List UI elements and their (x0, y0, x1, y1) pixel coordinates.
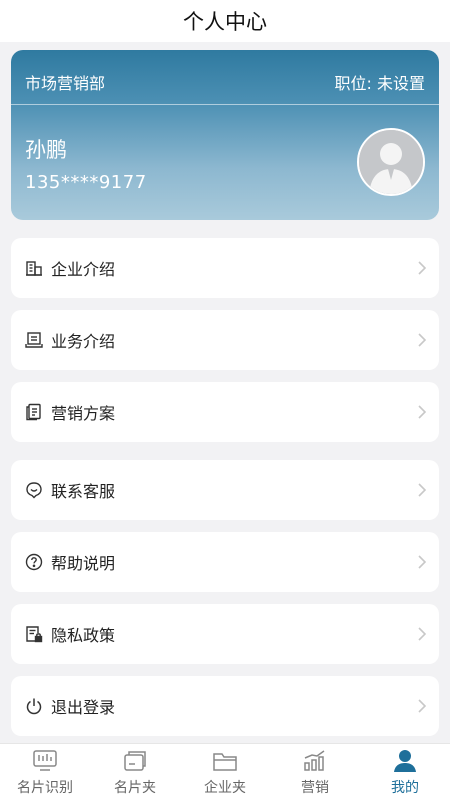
tab-marketing[interactable]: 营销 (270, 744, 360, 800)
chevron-right-icon (418, 627, 427, 641)
page-title: 个人中心 (183, 10, 267, 34)
business-icon (23, 329, 45, 351)
menu-item-help[interactable]: 帮助说明 (11, 532, 439, 592)
avatar[interactable] (357, 128, 425, 196)
building-icon (23, 257, 45, 279)
person-icon (391, 748, 419, 774)
menu-label: 帮助说明 (51, 554, 116, 573)
menu-item-privacy[interactable]: 隐私政策 (11, 604, 439, 664)
department-label: 市场营销部 (25, 74, 106, 93)
tab-label: 名片识别 (17, 780, 73, 796)
chart-icon (301, 748, 329, 774)
chevron-right-icon (418, 261, 427, 275)
power-icon (23, 695, 45, 717)
tab-label: 营销 (301, 780, 329, 796)
menu-label: 退出登录 (51, 698, 116, 717)
menu-label: 业务介绍 (51, 332, 116, 351)
chevron-right-icon (418, 555, 427, 569)
top-bar: 个人中心 (0, 0, 450, 42)
document-icon (23, 401, 45, 423)
menu-item-company-intro[interactable]: 企业介绍 (11, 238, 439, 298)
chat-icon (23, 479, 45, 501)
privacy-icon (23, 623, 45, 645)
tab-label: 我的 (391, 780, 419, 796)
menu-item-logout[interactable]: 退出登录 (11, 676, 439, 736)
help-icon (23, 551, 45, 573)
tab-label: 名片夹 (114, 780, 156, 796)
menu-label: 营销方案 (51, 404, 116, 423)
tab-me[interactable]: 我的 (360, 744, 450, 800)
menu-item-contact-service[interactable]: 联系客服 (11, 460, 439, 520)
menu-item-business-intro[interactable]: 业务介绍 (11, 310, 439, 370)
menu-label: 联系客服 (51, 482, 116, 501)
user-name: 孙鹏 (25, 138, 67, 162)
position-label: 职位: 未设置 (334, 74, 425, 93)
chevron-right-icon (418, 405, 427, 419)
tab-label: 企业夹 (204, 780, 246, 796)
tab-company-folder[interactable]: 企业夹 (180, 744, 270, 800)
card-divider (11, 104, 439, 105)
menu-label: 隐私政策 (51, 626, 116, 645)
menu-item-marketing-plan[interactable]: 营销方案 (11, 382, 439, 442)
chevron-right-icon (418, 333, 427, 347)
bottom-tab-bar: 名片识别 名片夹 企业夹 营销 我的 (0, 743, 450, 800)
tab-card-scan[interactable]: 名片识别 (0, 744, 90, 800)
tab-card-holder[interactable]: 名片夹 (90, 744, 180, 800)
folder-icon (211, 748, 239, 774)
chevron-right-icon (418, 699, 427, 713)
profile-card[interactable]: 市场营销部 职位: 未设置 孙鹏 135****9177 (11, 50, 439, 220)
scan-card-icon (31, 748, 59, 774)
chevron-right-icon (418, 483, 427, 497)
user-phone: 135****9177 (25, 172, 147, 193)
card-holder-icon (121, 748, 149, 774)
menu-label: 企业介绍 (51, 260, 116, 279)
